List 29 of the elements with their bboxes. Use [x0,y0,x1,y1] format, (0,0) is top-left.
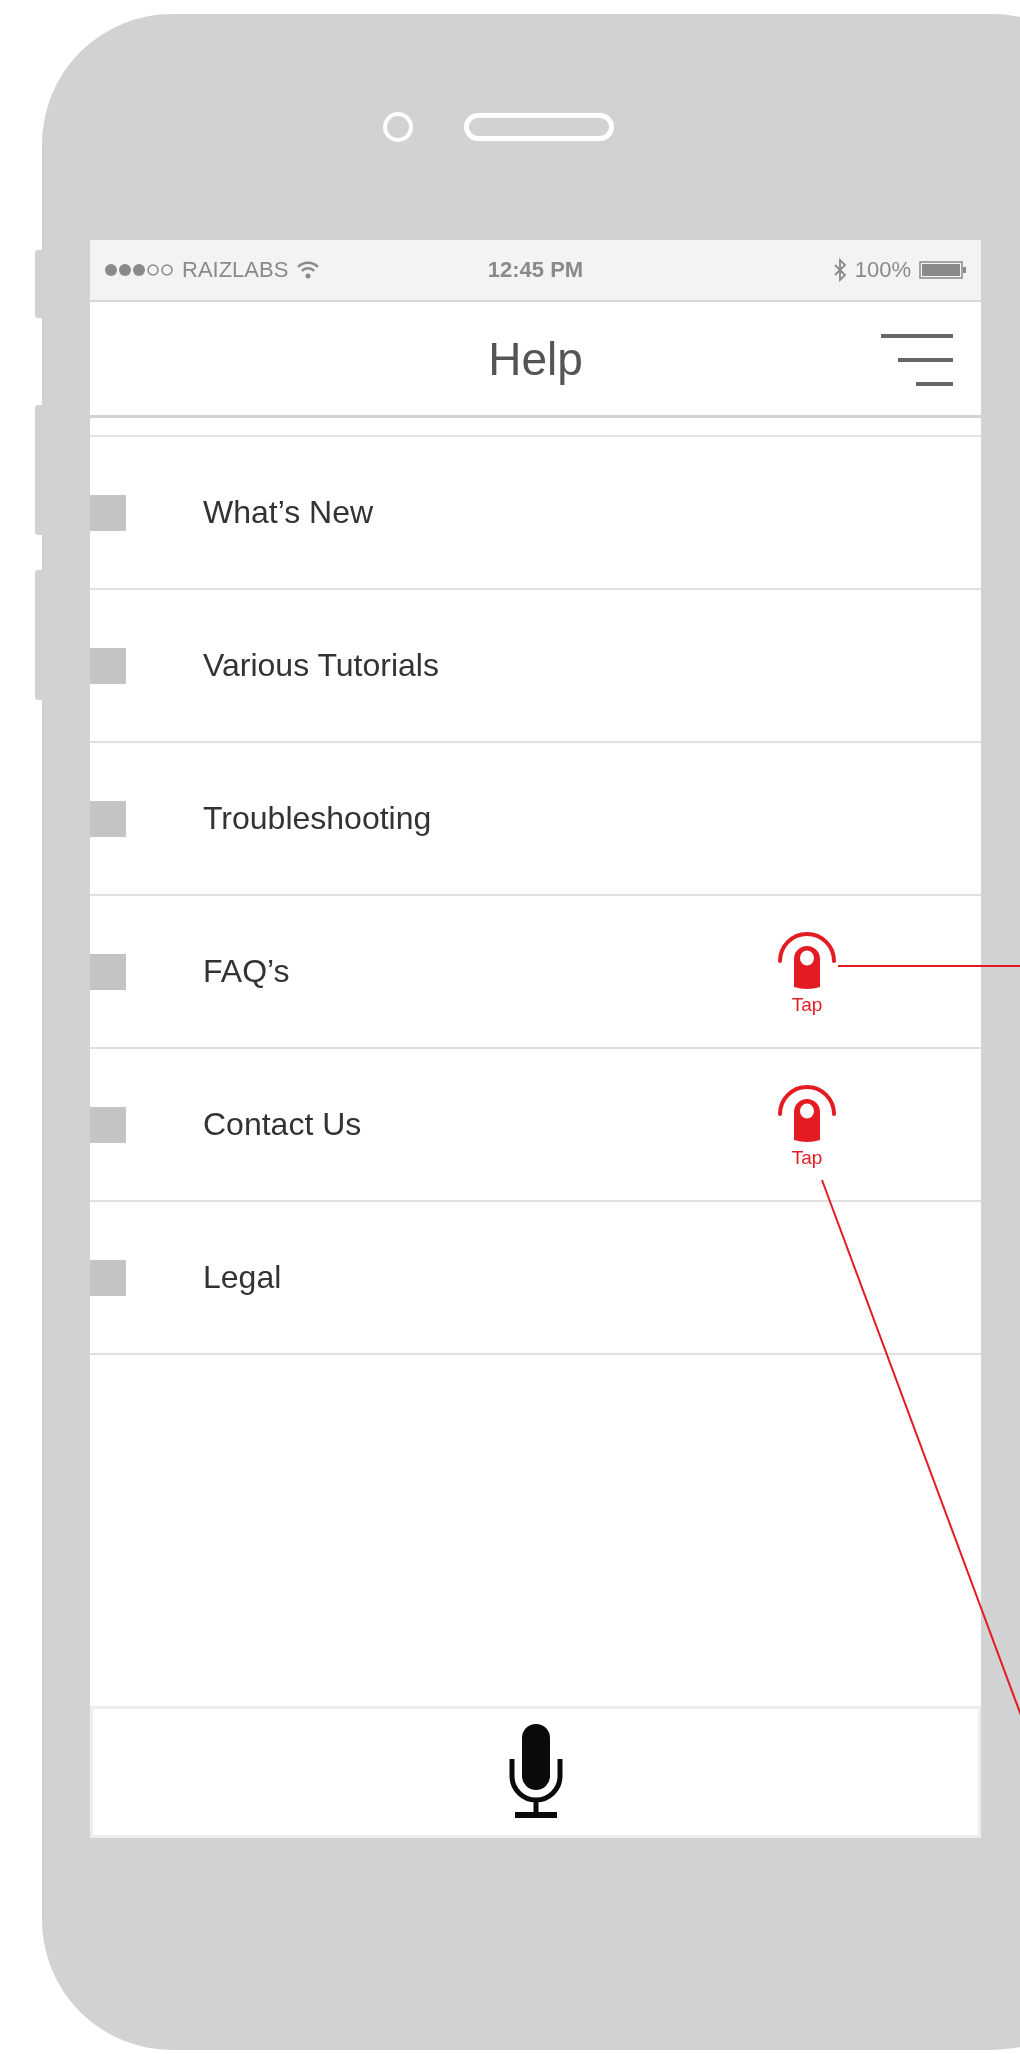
tap-gesture-icon [776,1082,838,1144]
tap-label: Tap [791,995,823,1014]
microphone-icon [508,1724,563,1820]
battery-icon [919,261,967,279]
help-list-item[interactable]: What’s New [90,437,981,590]
help-list-item[interactable]: FAQ’s Tap [90,896,981,1049]
item-icon [90,953,126,990]
help-list-item[interactable]: Troubleshooting [90,743,981,896]
tap-label: Tap [791,1148,823,1167]
speaker-icon [464,113,614,141]
battery-percent: 100% [854,257,911,283]
bluetooth-icon [832,258,847,282]
item-icon [90,800,126,837]
screen-title: Help [488,331,583,386]
help-list-item[interactable]: Contact Us Tap [90,1049,981,1202]
item-icon [90,647,126,684]
help-list-item[interactable]: Legal [90,1202,981,1355]
item-icon [90,1259,126,1296]
voice-input-bar[interactable] [90,1706,981,1838]
item-icon [90,494,126,531]
item-icon [90,1106,126,1143]
wifi-icon [296,261,321,279]
signal-icon [104,263,174,277]
menu-icon[interactable] [881,333,953,387]
camera-icon [383,112,413,142]
status-time: 12:45 PM [487,257,584,283]
tap-gesture-icon [776,929,838,991]
carrier-name: RAIZLABS [182,257,289,283]
help-list-item[interactable]: Various Tutorials [90,590,981,743]
